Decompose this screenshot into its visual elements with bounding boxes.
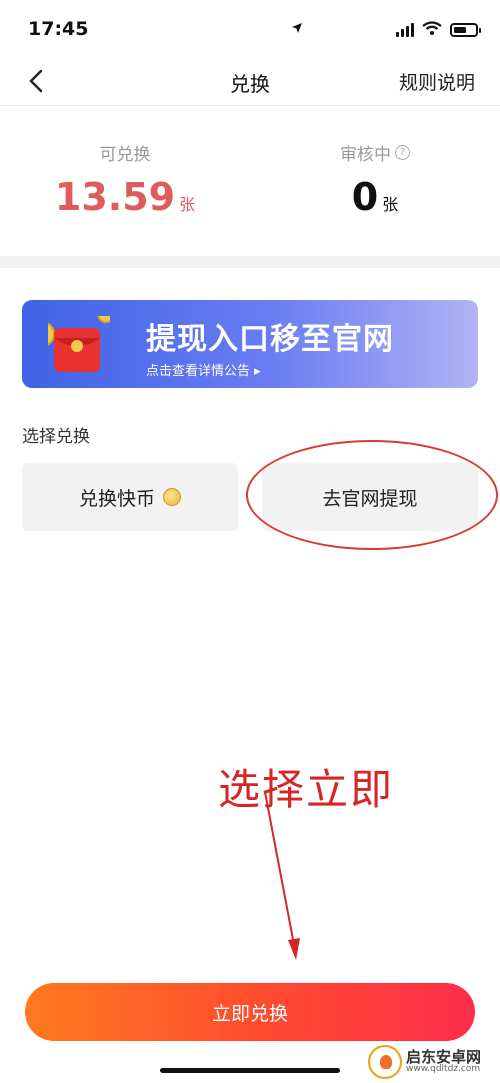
location-arrow-icon — [291, 19, 303, 38]
site-watermark: 启东安卓网 www.qdltdz.com — [368, 1042, 498, 1082]
reviewing-unit: 张 — [382, 195, 399, 214]
rules-link[interactable]: 规则说明 — [399, 68, 475, 95]
exchange-coins-option[interactable]: 兑换快币 — [22, 463, 238, 531]
available-stat: 可兑换 13.59 张 — [0, 140, 250, 219]
exchange-now-button[interactable]: 立即兑换 — [25, 983, 475, 1041]
reviewing-number: 0 — [351, 175, 379, 219]
banner-subtitle: 点击查看详情公告 ▸ — [146, 364, 261, 379]
reviewing-label: 审核中 ? — [340, 140, 410, 165]
cta-label: 立即兑换 — [211, 1002, 288, 1025]
coin-icon — [163, 488, 181, 506]
option-label: 兑换快币 — [78, 487, 155, 510]
available-label: 可兑换 — [99, 145, 151, 165]
cellular-signal-icon — [396, 22, 414, 37]
wifi-icon — [422, 20, 442, 39]
banner-title: 提现入口移至官网 — [146, 322, 394, 357]
help-icon[interactable]: ? — [395, 145, 410, 160]
home-indicator — [160, 1068, 340, 1073]
available-number: 13.59 — [54, 175, 176, 219]
status-time: 17:45 — [28, 18, 89, 40]
status-icons — [292, 20, 481, 39]
nav-bar: 兑换 规则说明 — [0, 58, 500, 106]
reviewing-value: 0 张 — [250, 175, 500, 219]
annotation-arrow-icon — [264, 791, 300, 960]
section-divider — [0, 256, 500, 268]
available-value: 13.59 张 — [0, 175, 250, 219]
section-title: 选择兑换 — [22, 427, 90, 447]
available-unit: 张 — [179, 195, 196, 214]
watermark-logo-icon — [368, 1045, 402, 1079]
reviewing-stat: 审核中 ? 0 张 — [250, 140, 500, 219]
red-envelope-icon — [48, 316, 110, 372]
withdraw-notice-banner[interactable]: 提现入口移至官网 点击查看详情公告 ▸ — [22, 300, 478, 388]
watermark-url: www.qdltdz.com — [406, 1064, 481, 1075]
highlight-ellipse — [246, 440, 498, 550]
balance-stats: 可兑换 13.59 张 审核中 ? 0 张 — [0, 106, 500, 256]
watermark-name: 启东安卓网 — [406, 1047, 482, 1066]
status-bar: 17:45 — [0, 0, 500, 58]
battery-icon — [450, 22, 481, 37]
